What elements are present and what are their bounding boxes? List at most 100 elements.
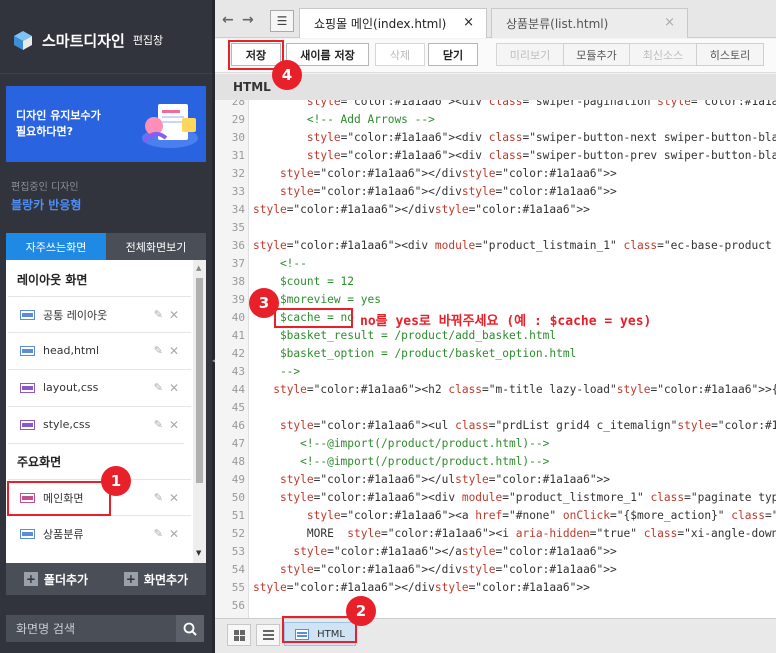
- list-scrollbar[interactable]: ▲ ▼: [193, 260, 206, 563]
- line-text: style="color:#1a1aa6"></divstyle="color:…: [279, 185, 617, 198]
- line-number: 50: [231, 491, 245, 504]
- close-icon[interactable]: ✕: [169, 308, 179, 322]
- line-text: style="color:#1a1aa6"></astyle="color:#1…: [293, 545, 617, 558]
- save-as-button[interactable]: 새이름 저장: [286, 43, 369, 66]
- line-number: 45: [231, 401, 245, 414]
- tab-frequent-screens[interactable]: 자주쓰는화면: [6, 233, 106, 260]
- history-button[interactable]: 히스토리: [696, 43, 764, 66]
- search-button[interactable]: [176, 615, 204, 642]
- sidebar-bottom-buttons: + 폴더추가 + 화면추가: [6, 563, 206, 595]
- pencil-icon[interactable]: ✎: [154, 344, 163, 358]
- line-number: 52: [231, 527, 245, 540]
- maintenance-banner[interactable]: 디자인 유지보수가 필요하다면?: [6, 86, 206, 162]
- line-number: 31: [231, 149, 245, 162]
- list-item[interactable]: 공통 레이아웃 ✎ ✕: [8, 296, 191, 332]
- pencil-icon[interactable]: ✎: [154, 527, 163, 541]
- line-number: 42: [231, 347, 245, 360]
- line-number: 29: [231, 113, 245, 126]
- close-icon[interactable]: ✕: [169, 491, 179, 505]
- list-item[interactable]: layout,css ✎ ✕: [8, 369, 191, 405]
- line-number: 40: [231, 311, 245, 324]
- smart-design-app: 스마트디자인 편집창 디자인 유지보수가 필요하다면? 편집중인 디자인 블랑카…: [0, 0, 776, 653]
- add-screen-button[interactable]: + 화면추가: [106, 563, 206, 595]
- close-icon[interactable]: ✕: [169, 381, 179, 395]
- file-name: style,css: [43, 418, 91, 431]
- close-icon[interactable]: ✕: [169, 344, 179, 358]
- line-text: <!--@import(/product/product.html)-->: [253, 455, 550, 468]
- pencil-icon[interactable]: ✎: [154, 491, 163, 505]
- list-item[interactable]: 상품분류 ✎ ✕: [8, 515, 191, 551]
- pencil-icon[interactable]: ✎: [154, 418, 163, 432]
- line-number: 33: [231, 185, 245, 198]
- step-badge-4: 4: [272, 60, 302, 90]
- editing-design-name[interactable]: 블랑카 반응형: [11, 196, 81, 213]
- line-text: $basket_option = /product/basket_option.…: [253, 347, 577, 360]
- tab-index-html[interactable]: 쇼핑몰 메인(index.html) ×: [299, 8, 487, 38]
- line-text: style="color:#1a1aa6"><ul class="prdList…: [279, 419, 776, 432]
- tab-list-html[interactable]: 상품분류(list.html) ×: [491, 8, 688, 38]
- editor-tabbar: ← → ☰ 쇼핑몰 메인(index.html) × 상품분류(list.htm…: [215, 0, 776, 38]
- line-number: 28: [231, 100, 245, 108]
- line-text: MORE style="color:#1a1aa6"><i aria-hidde…: [253, 527, 776, 540]
- line-text: <!-- Add Arrows -->: [253, 113, 435, 126]
- close-icon[interactable]: ✕: [169, 527, 179, 541]
- screen-search-input[interactable]: 화면명 검색: [6, 615, 176, 642]
- line-text: style="color:#1a1aa6"><div class="swiper…: [306, 149, 776, 162]
- line-number: 55: [231, 581, 245, 594]
- list-item[interactable]: head,html ✎ ✕: [8, 332, 191, 368]
- tab-list-icon[interactable]: ☰: [270, 10, 294, 32]
- add-module-button[interactable]: 모듈추가: [563, 43, 630, 66]
- line-text: style="color:#1a1aa6"><div class="swiper…: [306, 100, 776, 108]
- latest-source-button[interactable]: 최신소스: [629, 43, 697, 66]
- scroll-down-icon[interactable]: ▼: [196, 549, 201, 557]
- highlight-html-mode: [282, 616, 357, 643]
- banner-text: 디자인 유지보수가 필요하다면?: [16, 108, 126, 140]
- app-title: 스마트디자인: [42, 31, 125, 50]
- line-text: <!--@import(/product/product.html)-->: [253, 437, 550, 450]
- line-number: 44: [231, 383, 245, 396]
- scroll-thumb[interactable]: [196, 278, 203, 483]
- line-text: style="color:#1a1aa6"><a href="#none" on…: [306, 509, 776, 522]
- close-button[interactable]: 닫기: [428, 43, 478, 66]
- add-folder-button[interactable]: + 폴더추가: [6, 563, 106, 595]
- close-icon[interactable]: ×: [463, 15, 474, 30]
- section-layout-heading: 레이아웃 화면: [17, 273, 88, 287]
- sidebar: 스마트디자인 편집창 디자인 유지보수가 필요하다면? 편집중인 디자인 블랑카…: [0, 0, 212, 653]
- cube-logo-icon: [14, 31, 32, 50]
- pencil-icon[interactable]: ✎: [154, 308, 163, 322]
- app-logo: 스마트디자인 편집창: [12, 28, 163, 52]
- tab-all-screens[interactable]: 전체화면보기: [106, 233, 206, 260]
- add-screen-label: 화면추가: [143, 572, 189, 587]
- line-text: <!--: [253, 257, 307, 270]
- close-icon[interactable]: ×: [664, 15, 675, 30]
- preview-button[interactable]: 미리보기: [496, 43, 564, 66]
- code-editor[interactable]: 28 style="color:#1a1aa6"><div class="swi…: [215, 100, 776, 618]
- section-main-heading: 주요화면: [8, 443, 184, 470]
- line-number: 47: [231, 437, 245, 450]
- app-subtitle: 편집창: [132, 34, 164, 47]
- highlight-main-screen: [7, 481, 111, 516]
- line-number: 39: [231, 293, 245, 306]
- step-badge-3: 3: [249, 288, 279, 318]
- line-number: 51: [231, 509, 245, 522]
- file-name: 공통 레이아웃: [43, 308, 108, 322]
- editing-design-label: 편집중인 디자인: [11, 182, 79, 193]
- plus-icon: +: [123, 572, 138, 586]
- close-icon[interactable]: ✕: [169, 418, 179, 432]
- delete-button[interactable]: 삭제: [375, 43, 425, 66]
- file-name: 상품분류: [43, 527, 84, 541]
- scroll-up-icon[interactable]: ▲: [196, 264, 201, 272]
- line-number: 53: [231, 545, 245, 558]
- line-text: style="color:#1a1aa6"></divstyle="color:…: [279, 563, 617, 576]
- highlight-cache-line: [274, 308, 353, 328]
- line-text: style="color:#1a1aa6"><h2 class="m-title…: [273, 383, 776, 396]
- list-item[interactable]: style,css ✎ ✕: [8, 406, 191, 442]
- forward-arrow-icon[interactable]: →: [242, 12, 254, 28]
- screen-list-panel: 레이아웃 화면 공통 레이아웃 ✎ ✕ head,html ✎ ✕ layout,c…: [6, 260, 206, 563]
- list-view-icon[interactable]: [256, 624, 280, 646]
- grid-view-icon[interactable]: [227, 624, 251, 646]
- back-arrow-icon[interactable]: ←: [222, 12, 234, 28]
- pencil-icon[interactable]: ✎: [154, 381, 163, 395]
- tab-label: 상품분류(list.html): [506, 17, 609, 31]
- line-text: $basket_result = /product/add_basket.htm…: [253, 329, 557, 342]
